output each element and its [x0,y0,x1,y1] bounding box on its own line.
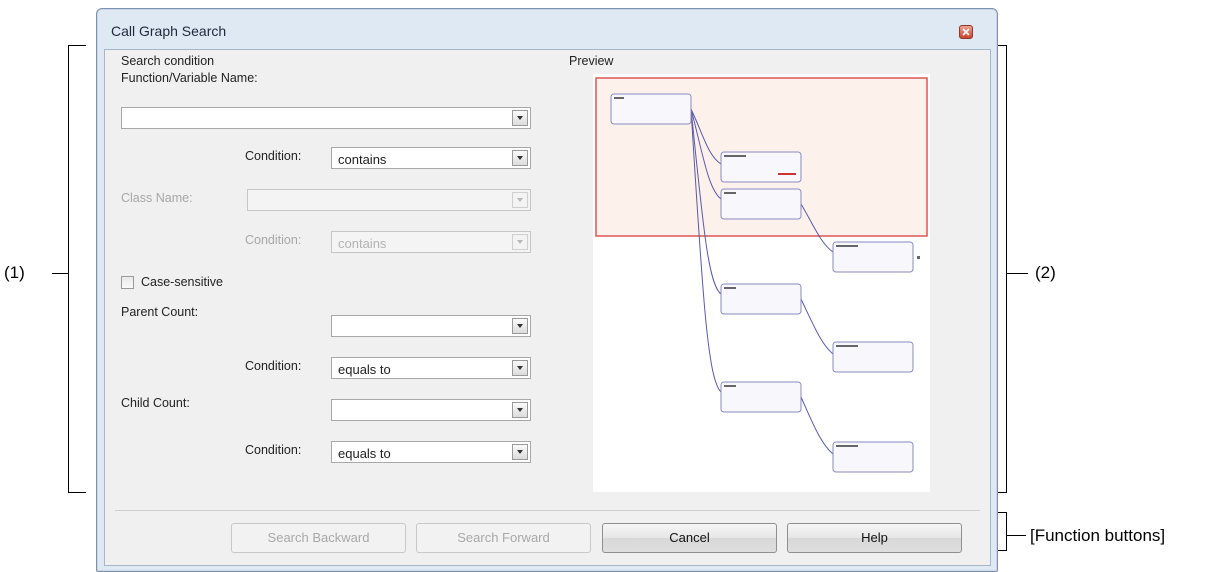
parent-count-label: Parent Count: [121,305,199,319]
name-condition-value: contains [338,152,387,167]
bracket-right-vertical [1006,45,1007,493]
parent-condition-label: Condition: [245,359,302,373]
bracket-right-stem [1006,273,1028,274]
bracket-left-stem [52,273,68,274]
edge-4-c [800,396,834,455]
name-condition-select[interactable]: contains [331,147,531,169]
title-bar[interactable]: Call Graph Search [97,9,997,49]
chevron-down-icon[interactable] [512,360,528,376]
call-graph-preview [595,77,928,473]
annotation-2: (2) [1035,263,1056,282]
help-button[interactable]: Help [787,523,962,553]
search-condition-group-label: Search condition [121,54,215,68]
cancel-button[interactable]: Cancel [602,523,777,553]
class-name-combo[interactable] [247,189,531,211]
edge-3-b [800,298,834,355]
class-condition-label: Condition: [245,233,302,247]
name-condition-label: Condition: [245,149,302,163]
close-icon [962,28,970,36]
preview-pane[interactable] [593,74,930,492]
chevron-down-icon[interactable] [512,234,528,250]
chevron-down-icon[interactable] [512,192,528,208]
function-variable-name-combo[interactable] [121,107,531,129]
parent-condition-value: equals to [338,362,391,377]
bracket-left-top [68,45,86,46]
child-count-label: Child Count: [121,396,190,410]
child-condition-select[interactable]: equals to [331,441,531,463]
class-name-label: Class Name: [121,191,193,205]
parent-count-combo[interactable] [331,315,531,337]
child-count-combo[interactable] [331,399,531,421]
class-condition-value: contains [338,236,387,251]
class-condition-select[interactable]: contains [331,231,531,253]
child-condition-value: equals to [338,446,391,461]
search-forward-button[interactable]: Search Forward [416,523,591,553]
parent-condition-select[interactable]: equals to [331,357,531,379]
chevron-down-icon[interactable] [512,444,528,460]
bracket-buttons-vertical [1006,512,1007,551]
chevron-down-icon[interactable] [512,318,528,334]
button-separator [115,510,980,511]
search-backward-button[interactable]: Search Backward [231,523,406,553]
function-variable-name-label: Function/Variable Name: [121,71,258,85]
bracket-left-vertical [68,45,69,493]
case-sensitive-label[interactable]: Case-sensitive [141,275,223,289]
bracket-left-bottom [68,492,86,493]
case-sensitive-checkbox[interactable] [121,276,134,289]
chevron-down-icon[interactable] [512,110,528,126]
preview-label: Preview [569,54,614,68]
annotation-1: (1) [4,263,25,282]
annotation-function-buttons: [Function buttons] [1030,526,1166,545]
child-condition-label: Condition: [245,443,302,457]
chevron-down-icon[interactable] [512,402,528,418]
dialog-client-area: Search condition Function/Variable Name:… [104,49,991,566]
bracket-buttons-stem [1006,535,1026,536]
chevron-down-icon[interactable] [512,150,528,166]
call-graph-search-dialog: Call Graph Search Search condition Funct… [96,8,998,572]
dialog-title: Call Graph Search [111,23,227,39]
close-button[interactable] [959,25,973,39]
